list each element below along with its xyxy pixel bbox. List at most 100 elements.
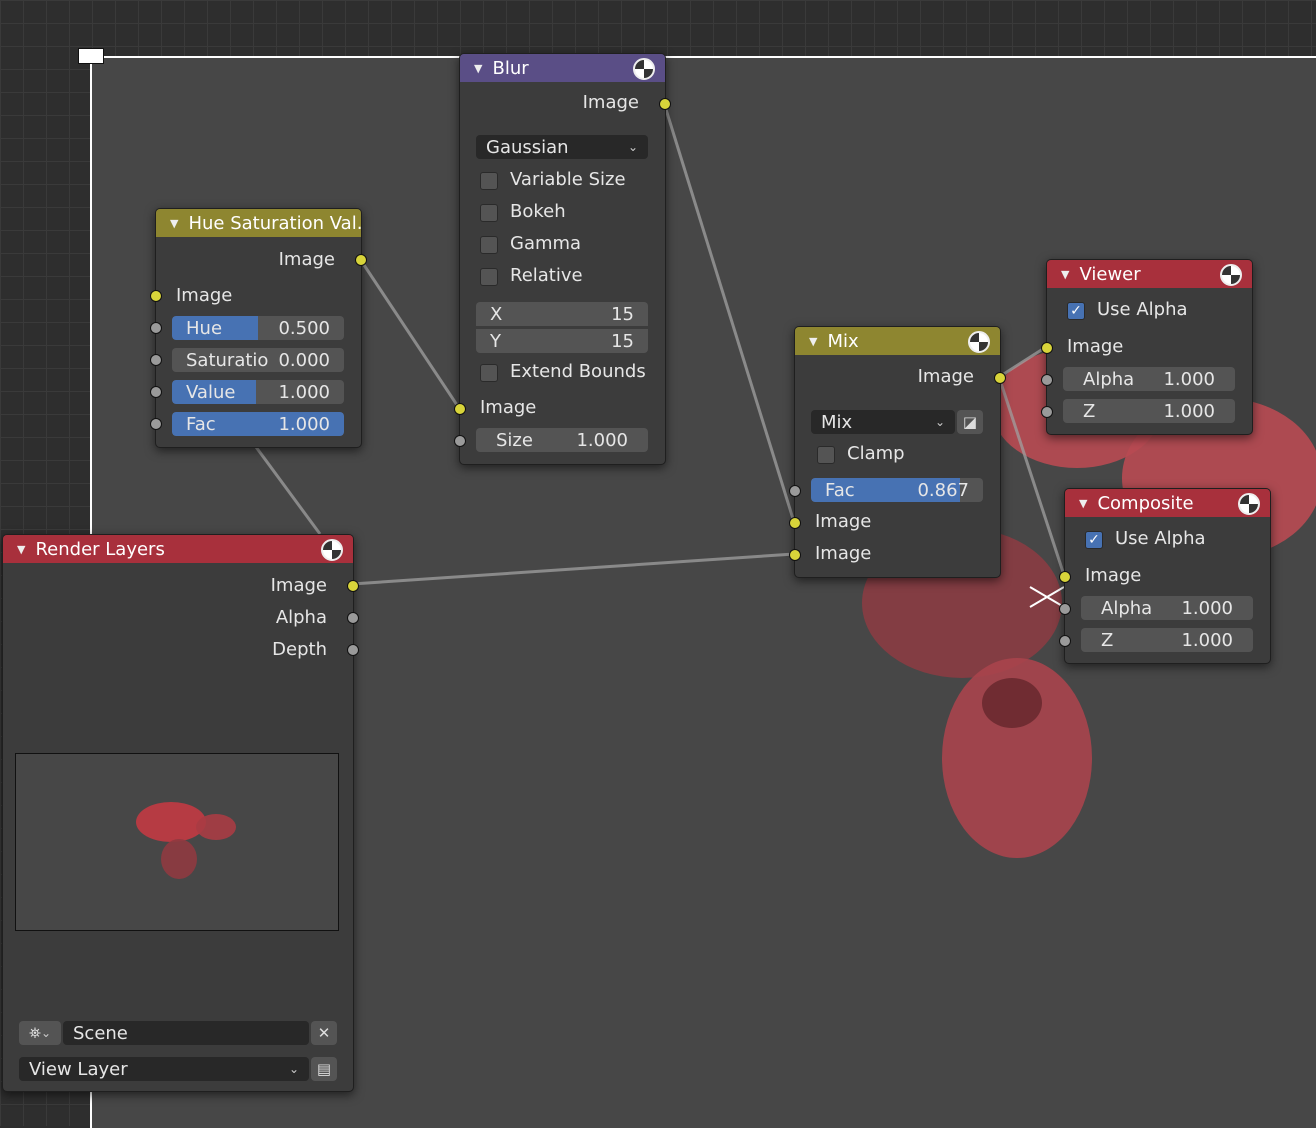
z-value: 1.000 bbox=[1163, 400, 1215, 422]
filter-type-value: Gaussian bbox=[486, 136, 569, 158]
preview-sphere-icon[interactable] bbox=[321, 539, 343, 561]
render-preview-image bbox=[15, 753, 339, 931]
output-depth-socket[interactable] bbox=[347, 644, 359, 656]
view-layer-dropdown[interactable]: View Layer ⌄ bbox=[19, 1057, 309, 1081]
link-mix-to-viewer bbox=[998, 345, 1047, 379]
chevron-down-icon: ⌄ bbox=[40, 1026, 52, 1040]
render-layer-button[interactable]: ▤ bbox=[311, 1057, 337, 1081]
output-image-socket[interactable] bbox=[659, 98, 671, 110]
saturation-slider[interactable]: Saturatio 0.000 bbox=[172, 348, 344, 372]
output-image-label: Image bbox=[270, 575, 327, 596]
alpha-field[interactable]: Alpha 1.000 bbox=[1063, 367, 1235, 391]
value-slider[interactable]: Value 1.000 bbox=[172, 380, 344, 404]
size-field[interactable]: Size 1.000 bbox=[476, 428, 648, 452]
alpha-socket[interactable] bbox=[1041, 374, 1053, 386]
collapse-arrow-icon[interactable]: ▼ bbox=[1079, 497, 1087, 510]
use-alpha-checkbox[interactable]: ✓ bbox=[1085, 531, 1103, 549]
blend-type-dropdown[interactable]: Mix ⌄ bbox=[811, 410, 955, 434]
output-alpha-socket[interactable] bbox=[347, 612, 359, 624]
render-layers-node[interactable]: ▼ Render Layers Image Alpha Depth ⛯ ⌄ Sce… bbox=[2, 534, 359, 1092]
scene-field[interactable]: Scene bbox=[63, 1021, 309, 1045]
value-label: Value bbox=[186, 381, 236, 403]
unlink-scene-button[interactable]: ✕ bbox=[311, 1021, 337, 1045]
composite-node-header[interactable]: ▼ Composite bbox=[1065, 489, 1270, 517]
blur-node-header[interactable]: ▼ Blur bbox=[460, 54, 665, 82]
mix-node-header[interactable]: ▼ Mix bbox=[795, 327, 1000, 355]
output-image-socket[interactable] bbox=[347, 580, 359, 592]
output-image-socket[interactable] bbox=[355, 254, 367, 266]
viewer-node-header[interactable]: ▼ Viewer bbox=[1047, 260, 1252, 288]
collapse-arrow-icon[interactable]: ▼ bbox=[1061, 268, 1069, 281]
collapse-arrow-icon[interactable]: ▼ bbox=[170, 217, 178, 230]
preview-sphere-icon[interactable] bbox=[633, 58, 655, 80]
node-title: Composite bbox=[1097, 492, 1194, 514]
use-alpha-checkbox[interactable]: ✓ bbox=[1067, 302, 1085, 320]
z-value: 1.000 bbox=[1181, 629, 1233, 651]
variable-size-checkbox[interactable] bbox=[480, 172, 498, 190]
viewer-node[interactable]: ▼ Viewer ✓ Use Alpha Image Alpha 1.000 Z… bbox=[1041, 259, 1253, 435]
z-socket[interactable] bbox=[1059, 635, 1071, 647]
value-value: 1.000 bbox=[278, 381, 330, 403]
preview-monkey-head bbox=[136, 802, 206, 842]
hsv-node-header[interactable]: ▼ Hue Saturation Val... bbox=[156, 209, 361, 237]
z-field[interactable]: Z 1.000 bbox=[1081, 628, 1253, 652]
size-socket[interactable] bbox=[454, 435, 466, 447]
bokeh-checkbox[interactable] bbox=[480, 204, 498, 222]
hue-label: Hue bbox=[186, 317, 223, 339]
input-image-socket-2[interactable] bbox=[789, 549, 801, 561]
preview-sphere-icon[interactable] bbox=[1220, 264, 1242, 286]
mix-node[interactable]: ▼ Mix Image Mix ⌄ ◪ Clamp Fac 0.867 Imag… bbox=[789, 326, 1006, 578]
hue-socket[interactable] bbox=[150, 322, 162, 334]
size-y-value: 15 bbox=[611, 330, 634, 352]
scene-browse-button[interactable]: ⛯ ⌄ bbox=[19, 1021, 61, 1045]
z-socket[interactable] bbox=[1041, 406, 1053, 418]
input-image-label: Image bbox=[1067, 336, 1124, 357]
output-alpha-label: Alpha bbox=[275, 607, 327, 628]
size-y-field[interactable]: Y 15 bbox=[476, 329, 648, 353]
input-image-socket[interactable] bbox=[1041, 342, 1053, 354]
saturation-socket[interactable] bbox=[150, 354, 162, 366]
collapse-arrow-icon[interactable]: ▼ bbox=[17, 543, 25, 556]
output-image-socket[interactable] bbox=[994, 372, 1006, 384]
fac-label: Fac bbox=[186, 413, 216, 435]
fac-socket[interactable] bbox=[789, 485, 801, 497]
chevron-down-icon: ⌄ bbox=[288, 1062, 299, 1076]
view-layer-value: View Layer bbox=[29, 1058, 128, 1080]
use-alpha-toggle[interactable]: ◪ bbox=[957, 410, 983, 434]
blur-node[interactable]: ▼ Blur Image Gaussian ⌄ Variable Size Bo… bbox=[454, 53, 671, 465]
fac-slider[interactable]: Fac 1.000 bbox=[172, 412, 344, 436]
size-x-value: 15 bbox=[611, 303, 634, 325]
alpha-field[interactable]: Alpha 1.000 bbox=[1081, 596, 1253, 620]
fac-value: 0.867 bbox=[917, 479, 969, 501]
size-label: Size bbox=[496, 429, 533, 451]
clamp-checkbox[interactable] bbox=[817, 446, 835, 464]
node-title: Render Layers bbox=[35, 538, 165, 560]
input-image-socket[interactable] bbox=[150, 290, 162, 302]
filter-type-dropdown[interactable]: Gaussian ⌄ bbox=[476, 135, 648, 159]
size-x-field[interactable]: X 15 bbox=[476, 302, 648, 326]
input-image-socket[interactable] bbox=[1059, 571, 1071, 583]
relative-checkbox[interactable] bbox=[480, 268, 498, 286]
render-icon: ▤ bbox=[316, 1060, 332, 1078]
input-image-socket-1[interactable] bbox=[789, 517, 801, 529]
fac-socket[interactable] bbox=[150, 418, 162, 430]
input-image-label-1: Image bbox=[815, 511, 872, 532]
render-layers-header[interactable]: ▼ Render Layers bbox=[3, 535, 353, 563]
input-image-socket[interactable] bbox=[454, 403, 466, 415]
hue-slider[interactable]: Hue 0.500 bbox=[172, 316, 344, 340]
hue-saturation-value-node[interactable]: ▼ Hue Saturation Val... Image Image Hue … bbox=[150, 208, 367, 448]
collapse-arrow-icon[interactable]: ▼ bbox=[474, 62, 482, 75]
extend-bounds-checkbox[interactable] bbox=[480, 364, 498, 382]
value-socket[interactable] bbox=[150, 386, 162, 398]
alpha-socket[interactable] bbox=[1059, 603, 1071, 615]
fac-slider[interactable]: Fac 0.867 bbox=[811, 478, 983, 502]
fac-label: Fac bbox=[825, 479, 855, 501]
composite-node[interactable]: ▼ Composite ✓ Use Alpha Image Alpha 1.00… bbox=[1059, 488, 1271, 664]
preview-sphere-icon[interactable] bbox=[1238, 493, 1260, 515]
preview-sphere-icon[interactable] bbox=[968, 331, 990, 353]
chevron-down-icon: ⌄ bbox=[627, 140, 638, 154]
node-title: Blur bbox=[492, 57, 529, 79]
z-field[interactable]: Z 1.000 bbox=[1063, 399, 1235, 423]
gamma-checkbox[interactable] bbox=[480, 236, 498, 254]
collapse-arrow-icon[interactable]: ▼ bbox=[809, 335, 817, 348]
